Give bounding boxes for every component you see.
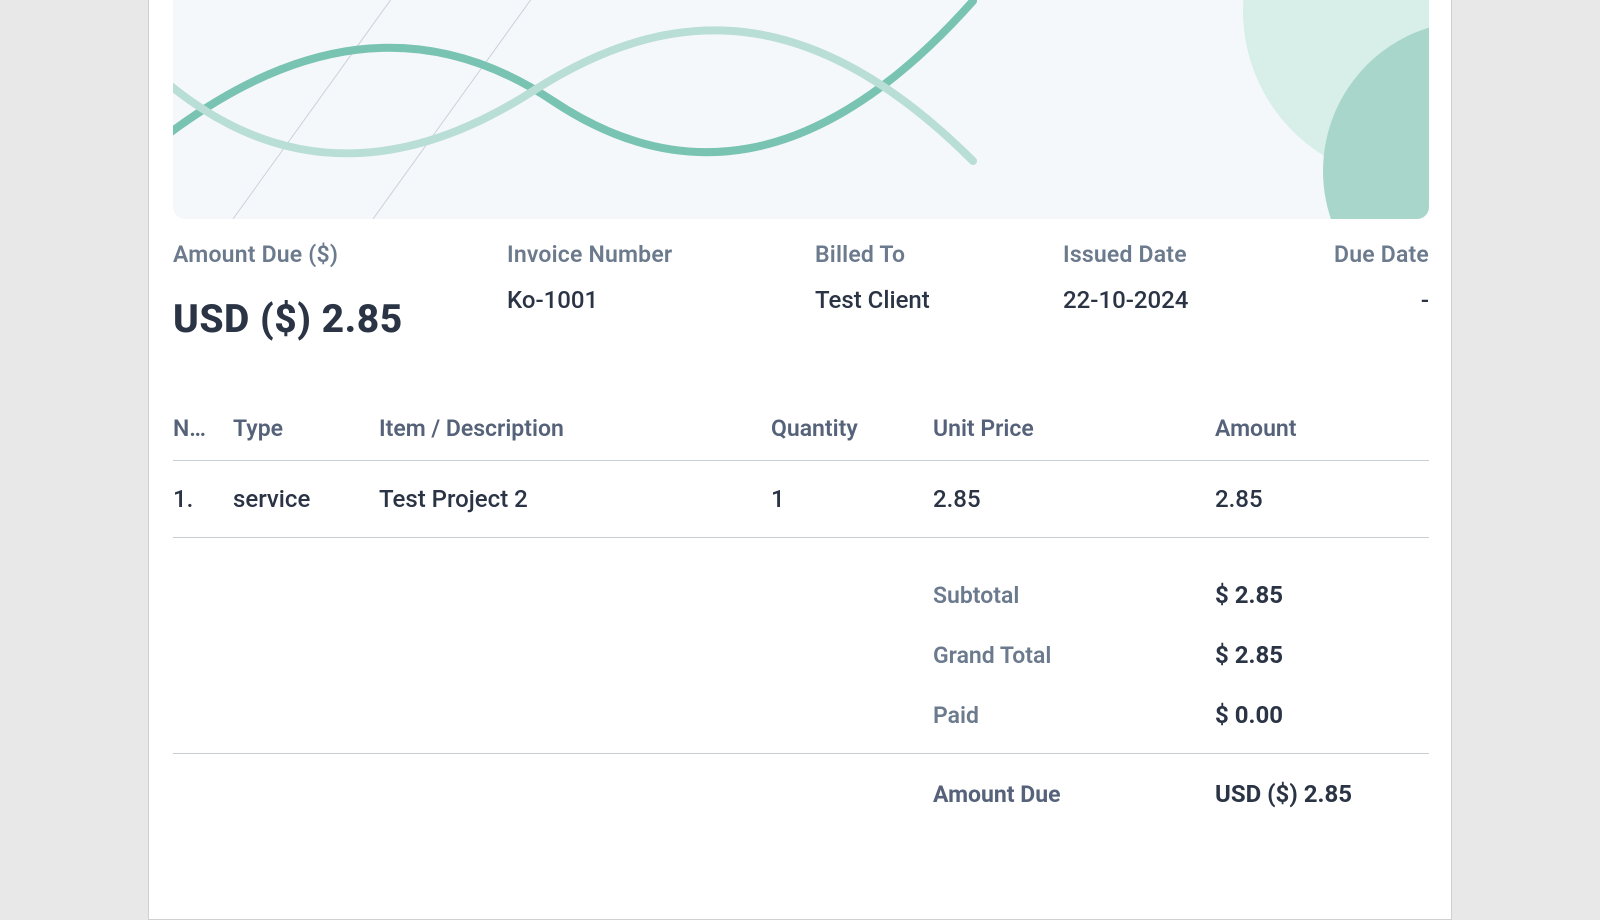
grand-total-label: Grand Total	[933, 642, 1215, 669]
td-qty: 1	[771, 485, 933, 513]
meta-amount-due: Amount Due ($) USD ($) 2.85	[173, 241, 507, 342]
meta-issued-date: Issued Date 22-10-2024	[1063, 241, 1321, 342]
table-header-row: N… Type Item / Description Quantity Unit…	[173, 401, 1429, 461]
amount-due-value: USD ($) 2.85	[173, 296, 507, 342]
td-price: 2.85	[933, 485, 1215, 513]
totals-section: Subtotal $ 2.85 Grand Total $ 2.85 Paid …	[173, 565, 1429, 824]
issued-date-label: Issued Date	[1063, 241, 1321, 268]
paid-value: $ 0.00	[1215, 701, 1429, 729]
invoice-number-value: Ko-1001	[507, 286, 815, 314]
invoice-page: Amount Due ($) USD ($) 2.85 Invoice Numb…	[148, 0, 1452, 920]
td-item: Test Project 2	[379, 485, 771, 513]
meta-due-date: Due Date -	[1321, 241, 1429, 342]
amount-due-total-label: Amount Due	[933, 781, 1215, 808]
due-date-label: Due Date	[1334, 241, 1429, 268]
due-date-value: -	[1421, 286, 1429, 314]
subtotal-line: Subtotal $ 2.85	[173, 565, 1429, 625]
th-qty: Quantity	[771, 415, 933, 442]
totals-divider	[173, 753, 1429, 754]
meta-billed-to: Billed To Test Client	[815, 241, 1063, 342]
billed-to-label: Billed To	[815, 241, 1063, 268]
subtotal-label: Subtotal	[933, 582, 1215, 609]
th-item: Item / Description	[379, 415, 771, 442]
grand-total-value: $ 2.85	[1215, 641, 1429, 669]
banner-graphic	[173, 0, 1429, 219]
amount-due-total-value: USD ($) 2.85	[1215, 780, 1429, 808]
amount-due-line: Amount Due USD ($) 2.85	[173, 764, 1429, 824]
th-type: Type	[233, 415, 379, 442]
th-no: N…	[173, 415, 233, 442]
paid-label: Paid	[933, 702, 1215, 729]
meta-invoice-number: Invoice Number Ko-1001	[507, 241, 815, 342]
grand-total-line: Grand Total $ 2.85	[173, 625, 1429, 685]
td-amount: 2.85	[1215, 485, 1429, 513]
paid-line: Paid $ 0.00	[173, 685, 1429, 745]
th-price: Unit Price	[933, 415, 1215, 442]
invoice-banner	[173, 0, 1429, 219]
th-amount: Amount	[1215, 415, 1429, 442]
line-items-table: N… Type Item / Description Quantity Unit…	[173, 401, 1429, 538]
invoice-meta-row: Amount Due ($) USD ($) 2.85 Invoice Numb…	[173, 241, 1429, 342]
amount-due-label: Amount Due ($)	[173, 241, 507, 268]
table-row: 1. service Test Project 2 1 2.85 2.85	[173, 461, 1429, 538]
subtotal-value: $ 2.85	[1215, 581, 1429, 609]
billed-to-value: Test Client	[815, 286, 1063, 314]
td-type: service	[233, 485, 379, 513]
td-no: 1.	[173, 485, 233, 513]
invoice-number-label: Invoice Number	[507, 241, 815, 268]
issued-date-value: 22-10-2024	[1063, 286, 1321, 314]
